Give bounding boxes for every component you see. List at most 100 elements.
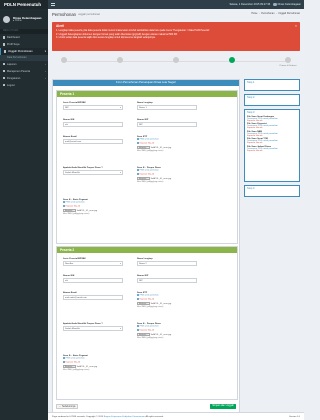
file-name: SaAPOL_01_scan.jpg [150, 302, 172, 305]
form-title: Form Permohonan Persetujuan Dinas Luar N… [53, 80, 239, 86]
browse-button[interactable]: Browse... [137, 146, 150, 150]
field-jenis-peserta: Jenis Peserta/NIP/NIK NIP [63, 102, 123, 110]
step-box-2[interactable]: Step 2 [244, 94, 300, 106]
radio-option[interactable]: Kapasor fika-nb [137, 141, 197, 146]
nomor-nip-input[interactable]: NIP [137, 278, 197, 283]
step-box-4[interactable]: Step 4 [244, 185, 300, 197]
radio-option[interactable]: Kapasor fika-nb [63, 360, 123, 365]
breadcrumb-permohonan[interactable]: Permohonan [261, 13, 274, 15]
footer-link[interactable]: Bagian Kerjasama Kebijakan Kementerian [104, 416, 145, 418]
sidebar-item-label: Dashboard [6, 36, 20, 39]
step-circle [229, 57, 235, 63]
chevron-down-icon: ▾ [44, 50, 46, 53]
field-label: Alamat Email [63, 136, 77, 138]
steps-panel: Step 1 Step 2 Step 3 File Scan Surat Und… [244, 79, 300, 219]
step-box-title: Step 3 [247, 111, 255, 114]
app-logo[interactable]: PDLN Pemenutuh [0, 0, 48, 9]
file-hint: Max 3MB, (pdf/jpg/png mime) [63, 369, 90, 372]
field-jenis-peserta: Jenis Peserta/NIP/NIK Non Asn [63, 258, 123, 266]
wizard-step-1[interactable] [44, 57, 84, 65]
field-label: Jenis Peserta/NIP/NIK [63, 258, 86, 260]
gear-icon [3, 76, 6, 80]
file-hint: Max 3MB, (pdf/jpg/png mime) [137, 150, 164, 153]
email-field[interactable]: mail@email.com [63, 139, 123, 144]
browse-button[interactable]: Browse... [63, 365, 76, 369]
user-menu[interactable]: Dinas Kelembagaan [273, 2, 301, 7]
users-icon [3, 69, 6, 73]
browse-button[interactable]: Browse... [137, 302, 150, 306]
field-label: Nama Lengkap [137, 102, 153, 104]
jenis-peserta-select[interactable]: NIP [63, 105, 123, 110]
upload-icon [4, 50, 7, 53]
field-label: Nomor NIK [63, 119, 75, 121]
avatar [273, 2, 277, 7]
paspor-dinas-select[interactable]: Sudah Memiliki [63, 326, 123, 331]
sidebar-item-dashboard[interactable]: Dashboard [0, 34, 48, 41]
user-status: ● Online [13, 20, 22, 23]
participant-panel-2: Peserta 2 Jenis Peserta/NIP/NIKNon Asn N… [56, 246, 238, 400]
jenis-peserta-select[interactable]: Non Asn [63, 261, 123, 266]
radio-option[interactable]: Kapasor fika-nb [137, 297, 197, 302]
radio-option[interactable]: Kapasor fika-nb [63, 204, 123, 209]
chevron-left-icon: ‹ [45, 76, 46, 80]
field-label: Nomor NIK [63, 275, 75, 277]
dashboard-icon [3, 36, 6, 39]
field-scan-paspor: Scan K... Paspor Dinas PNS untuk pemohon… [137, 323, 197, 339]
submit-upload-button[interactable]: Simpan dan Unggah [210, 404, 236, 409]
radio-option[interactable]: Kapasor fika-nb [137, 328, 197, 333]
document-item: File Scan Disposisi Tersimpan PDF untuk p… [247, 123, 278, 130]
close-icon[interactable]: × [295, 24, 297, 28]
previous-button[interactable]: ← Sebelumnya [56, 404, 79, 409]
file-hint: Max 3MB, (pdf/jpg/png mime) [137, 306, 164, 309]
browse-button[interactable]: Browse... [63, 209, 76, 213]
wizard-step-4[interactable] [212, 57, 252, 65]
step-box-3[interactable]: Step 3 File Scan Surat Undangan Tersimpan… [244, 109, 300, 182]
breadcrumb: Home › Permohonan › Unggah Permohonan [251, 13, 300, 15]
wizard-step-2[interactable] [100, 57, 140, 65]
file-upload: Browse... SaAPOL_01_scan.jpg [137, 177, 197, 181]
sidebar-item-pengaturan[interactable]: Pengaturan ‹ [0, 75, 48, 82]
nomor-nip-input[interactable]: NIP [137, 122, 197, 127]
user-icon [3, 43, 6, 46]
field-label: Nomor NIP [137, 275, 149, 277]
sidebar-item-peserta[interactable]: Manajemen Peserta ‹ [0, 68, 48, 75]
navbar-right: Selasa, 1 Desember 2015 09:27:36 Dinas K… [48, 0, 304, 9]
sidebar-item-profil[interactable]: Profil Saya [0, 41, 48, 48]
wizard-stepper: Proses & Selesai [52, 53, 300, 77]
breadcrumb-separator: › [258, 13, 260, 15]
email-field[interactable]: mail.anda@email.com [63, 295, 123, 300]
wizard-step-5[interactable]: Proses & Selesai [268, 57, 308, 67]
file-hint: Max 3MB, (pdf/jpg/png mime) [137, 337, 164, 340]
document-item: File Scan NBB Tersimpan PDF untuk pemohon… [247, 130, 278, 137]
sidebar-item-label: Profil Saya [6, 43, 20, 46]
menu-toggle-icon[interactable] [51, 3, 55, 6]
nama-lengkap-input[interactable]: Nama 1 [137, 105, 197, 110]
breadcrumb-home[interactable]: Home [251, 13, 257, 15]
sidebar-item-label: Logout [6, 83, 15, 87]
sidebar-item-laporan[interactable]: Laporan ‹ [0, 61, 48, 68]
step-box-1[interactable]: Step 1 [244, 79, 300, 91]
wizard-step-3[interactable] [156, 57, 196, 65]
nomor-nik-input[interactable]: nik [63, 278, 123, 283]
browse-button[interactable]: Browse... [137, 333, 150, 337]
step-label: Proses & Selesai [279, 64, 297, 67]
file-upload: Browse... SaAPOL_01_scan.jpg [63, 365, 123, 369]
field-nomor-nip: Nomor NIP NIP [137, 275, 197, 283]
radio-option[interactable]: Kapasor fika-nb [137, 172, 197, 177]
field-paspor-dinas: Apakah Anda Memiliki Paspor Dinas ? Sudah… [63, 323, 123, 331]
field-label: Nomor NIP [137, 119, 149, 121]
footer-text: Page rendered in 0.2180 seconds. Copyrig… [52, 415, 104, 418]
field-label: Jenis Peserta/NIP/NIK [63, 102, 86, 104]
browse-button[interactable]: Browse... [137, 177, 150, 181]
sidebar-item-unggah[interactable]: Unggah Permohonan ▾ [0, 48, 48, 55]
nomor-nik-input[interactable]: nik [63, 122, 123, 127]
step-circle [117, 57, 123, 63]
paspor-dinas-select[interactable]: Sudah Memiliki [63, 170, 123, 175]
nama-lengkap-input[interactable]: Nama 2 [137, 261, 197, 266]
sidebar: Dinas Kelembagaan ● Online MENU UTAMA Da… [0, 9, 48, 420]
document-item: File Scan Surat TOR Tersimpan PDF untuk p… [247, 138, 278, 145]
page-subtitle: unggah permohonan [77, 12, 101, 16]
sidebar-item-logout[interactable]: Logout [0, 82, 48, 89]
page-title: Permohonan [52, 11, 76, 17]
participant-body: Jenis Peserta/NIP/NIKNon Asn Nama Lengka… [57, 253, 237, 399]
